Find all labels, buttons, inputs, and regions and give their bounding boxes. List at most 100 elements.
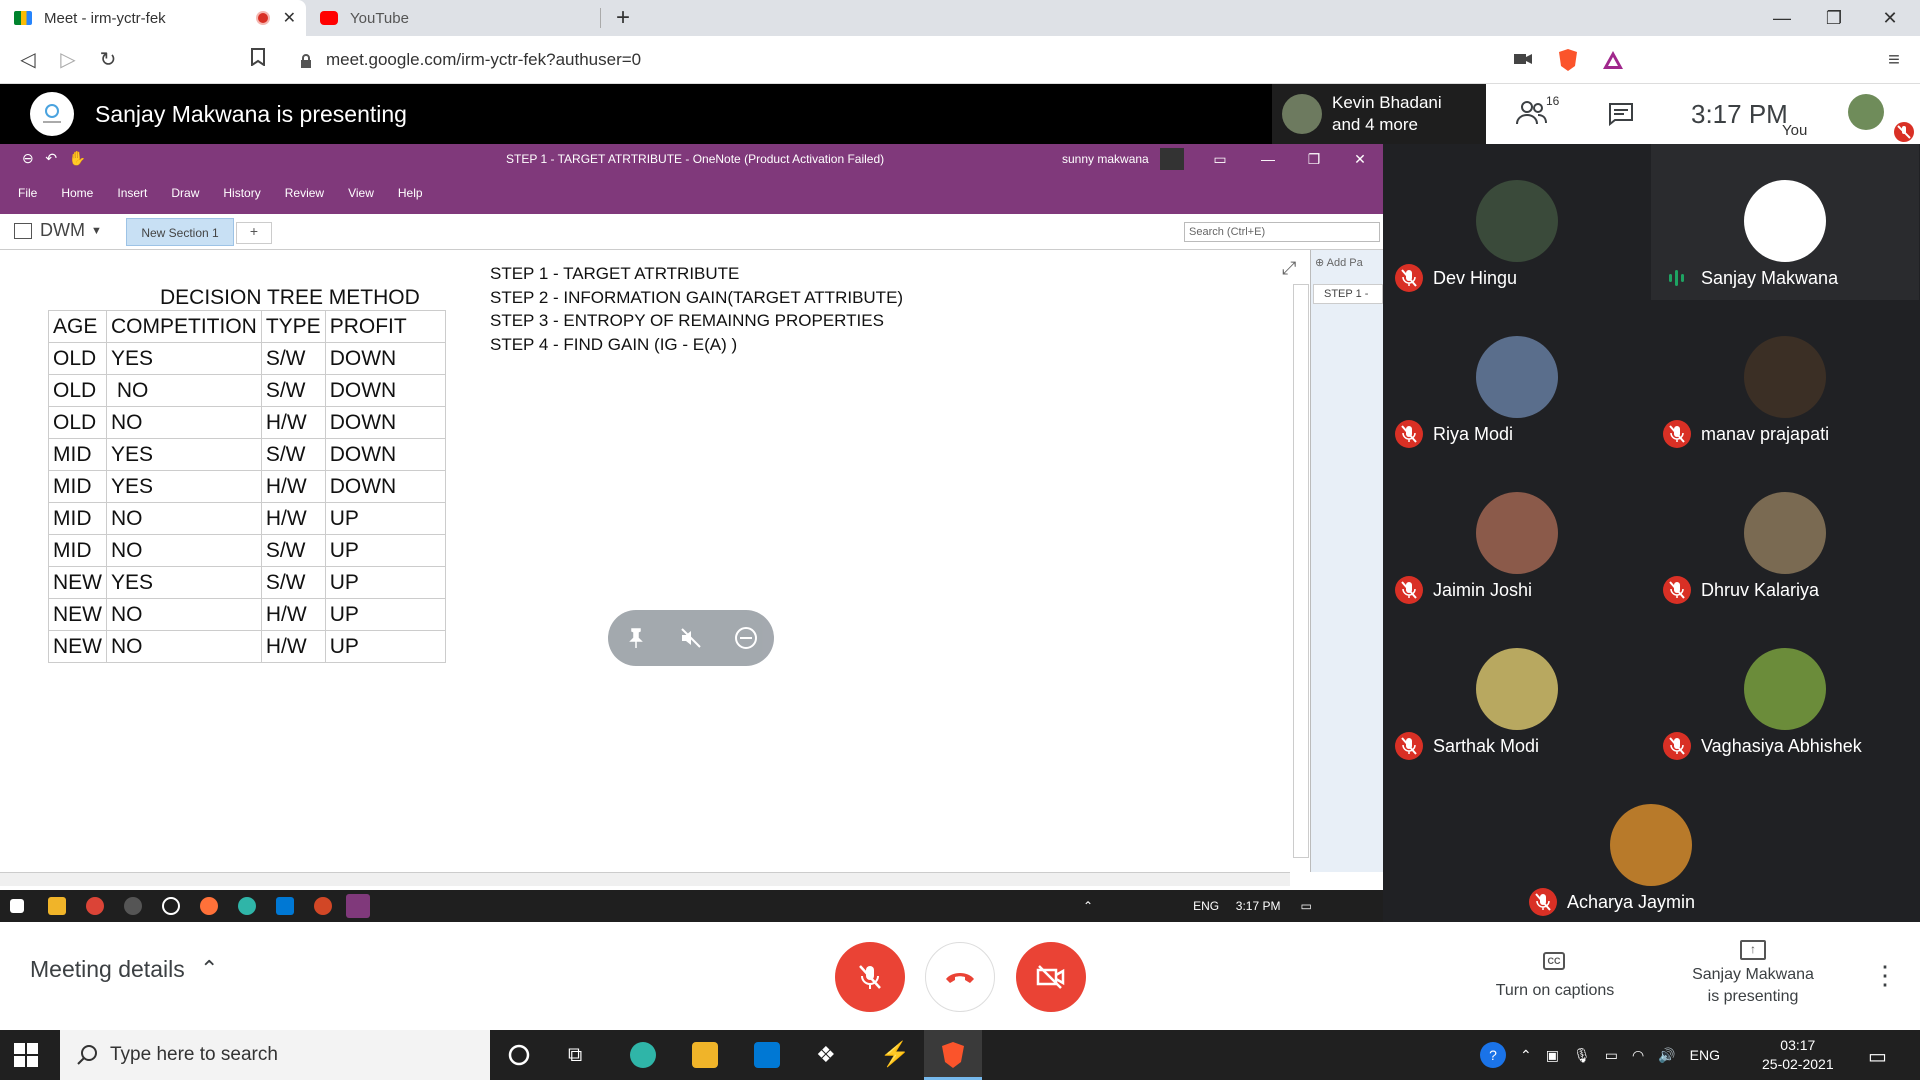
onenote-user-name: sunny makwana (1062, 152, 1149, 166)
back-icon[interactable]: ⊖ (22, 150, 34, 166)
new-tab-button[interactable]: + (608, 0, 638, 36)
wifi-icon[interactable]: ◠ (1632, 1047, 1644, 1064)
brave-shield-icon[interactable] (1558, 48, 1578, 77)
participant-tile[interactable]: Dev Hingu (1383, 144, 1651, 300)
participant-tile[interactable]: Vaghasiya Abhishek (1651, 612, 1919, 768)
section-tab[interactable]: New Section 1 (126, 218, 234, 246)
add-section-button[interactable]: + (236, 222, 272, 244)
tab-meet[interactable]: Meet - irm-yctr-fek ✕ (0, 0, 306, 36)
participant-name: Jaimin Joshi (1433, 580, 1533, 600)
onenote-minimize-button[interactable]: — (1248, 146, 1288, 172)
notification-center-icon[interactable]: ▭ (1868, 1044, 1887, 1069)
mail-icon[interactable] (754, 1042, 780, 1068)
browser-menu-icon[interactable]: ≡ (1880, 46, 1908, 74)
edge-icon[interactable] (630, 1042, 656, 1068)
captions-button[interactable]: Turn on captions (1480, 982, 1630, 1000)
onenote-close-button[interactable]: ✕ (1340, 146, 1380, 172)
participant-tile[interactable]: manav prajapati (1651, 300, 1919, 456)
mute-audio-icon[interactable] (679, 626, 703, 650)
minimize-window-button[interactable]: — (1754, 0, 1810, 36)
back-button[interactable]: ◁ (14, 46, 42, 74)
chevron-up-icon[interactable]: ⌃ (200, 956, 218, 982)
brave-taskbar-button[interactable] (924, 1030, 982, 1080)
leave-call-button[interactable] (925, 942, 995, 1012)
menu-view[interactable]: View (348, 186, 374, 200)
page-title: DECISION TREE METHOD (160, 286, 420, 309)
vertical-scrollbar[interactable] (1293, 284, 1309, 858)
participant-tile[interactable]: Sarthak Modi (1383, 612, 1651, 768)
close-window-button[interactable]: ✕ (1862, 0, 1918, 36)
add-page-button[interactable]: ⊕ Add Pa (1315, 256, 1363, 269)
avatar (1744, 648, 1826, 730)
menu-draw[interactable]: Draw (171, 186, 199, 200)
table-cell: NO (106, 502, 262, 535)
notebook-name: DWM (40, 220, 85, 240)
pinned-participants[interactable]: Kevin Bhadani and 4 more (1272, 84, 1486, 144)
close-tab-icon[interactable]: ✕ (283, 8, 296, 28)
page-tab[interactable]: STEP 1 - (1313, 284, 1383, 304)
file-explorer-icon[interactable] (692, 1042, 718, 1068)
table-row: OLD YES S/W DOWN (48, 342, 446, 375)
participant-tile[interactable]: Dhruv Kalariya (1651, 456, 1919, 612)
task-view-icon[interactable]: ⧉ (568, 1044, 582, 1067)
more-options-icon[interactable]: ⋮ (1872, 960, 1898, 991)
participant-tile[interactable]: Sanjay Makwana (1651, 144, 1919, 300)
url-text[interactable]: meet.google.com/irm-yctr-fek?authuser=0 (326, 46, 641, 74)
onenote-restore-button[interactable]: ❐ (1294, 146, 1334, 172)
captions-icon[interactable]: CC (1543, 952, 1565, 970)
meeting-details-button[interactable]: Meeting details (30, 956, 185, 983)
minimize-icon[interactable] (734, 626, 758, 650)
onenote-search-input[interactable]: Search (Ctrl+E) (1184, 222, 1380, 242)
lightning-app-icon[interactable]: ⚡ (880, 1040, 910, 1069)
touch-mode-icon[interactable]: ✋ (69, 150, 86, 166)
table-header-row: AGE COMPETITION TYPE PROFIT (48, 310, 446, 343)
quick-access-toolbar: ⊖ ↶ ✋ (22, 150, 86, 167)
menu-insert[interactable]: Insert (117, 186, 147, 200)
menu-review[interactable]: Review (285, 186, 324, 200)
microphone-toggle-button[interactable] (835, 942, 905, 1012)
menu-history[interactable]: History (223, 186, 260, 200)
camera-toggle-button[interactable] (1016, 942, 1086, 1012)
bookmark-icon[interactable] (244, 46, 272, 74)
chat-icon[interactable] (1608, 102, 1634, 131)
camera-indicator-icon[interactable] (1514, 52, 1532, 71)
restore-window-button[interactable]: ❐ (1806, 0, 1862, 36)
tab-youtube[interactable]: YouTube (306, 0, 606, 36)
network-icon[interactable]: ▣ (1546, 1047, 1559, 1064)
presenting-button[interactable]: ↑ Sanjay Makwana is presenting (1668, 940, 1838, 1008)
expand-icon[interactable]: ⤢ (1282, 258, 1296, 279)
taskbar-clock[interactable]: 03:17 25-02-2021 (1762, 1036, 1834, 1074)
reload-button[interactable]: ↻ (94, 46, 122, 74)
tray-time: 3:17 PM (1235, 899, 1281, 913)
participant-tile[interactable]: Riya Modi (1383, 300, 1651, 456)
volume-icon[interactable]: 🔊 (1658, 1047, 1675, 1064)
powerpoint-icon (314, 897, 332, 915)
windows-search-box[interactable]: Type here to search (60, 1030, 490, 1080)
people-icon[interactable] (1516, 100, 1548, 131)
participant-tile[interactable]: Acharya Jaymin (1517, 768, 1785, 924)
table-cell: NO (106, 374, 262, 407)
step-line: STEP 4 - FIND GAIN (IG - E(A) ) (490, 334, 738, 354)
menu-help[interactable]: Help (398, 186, 423, 200)
mic-icon[interactable]: 🎙 (1573, 1047, 1591, 1064)
table-row: NEW YES S/W UP (48, 566, 446, 599)
cortana-icon[interactable] (508, 1044, 530, 1071)
battery-icon[interactable]: ▭ (1605, 1047, 1618, 1064)
menu-home[interactable]: Home (61, 186, 93, 200)
notebook-selector[interactable]: DWM ▼ (14, 220, 102, 241)
lock-icon[interactable] (300, 54, 312, 73)
help-icon[interactable]: ? (1480, 1042, 1506, 1068)
menu-file[interactable]: File (18, 186, 37, 200)
undo-icon[interactable]: ↶ (45, 150, 57, 166)
pin-icon[interactable] (624, 626, 648, 650)
ribbon-display-options-icon[interactable]: ▭ (1200, 146, 1240, 172)
tray-chevron-icon[interactable]: ⌃ (1520, 1047, 1532, 1064)
forward-button[interactable]: ▷ (54, 46, 82, 74)
dropbox-icon[interactable]: ❖ (816, 1042, 836, 1068)
windows-start-button[interactable] (14, 1043, 38, 1067)
participant-tile[interactable]: Jaimin Joshi (1383, 456, 1651, 612)
horizontal-scrollbar[interactable] (0, 872, 1290, 886)
meet-header-right: 16 3:17 PM You (1486, 84, 1920, 144)
brave-rewards-icon[interactable] (1602, 50, 1624, 75)
tray-lang[interactable]: ENG (1690, 1047, 1720, 1063)
